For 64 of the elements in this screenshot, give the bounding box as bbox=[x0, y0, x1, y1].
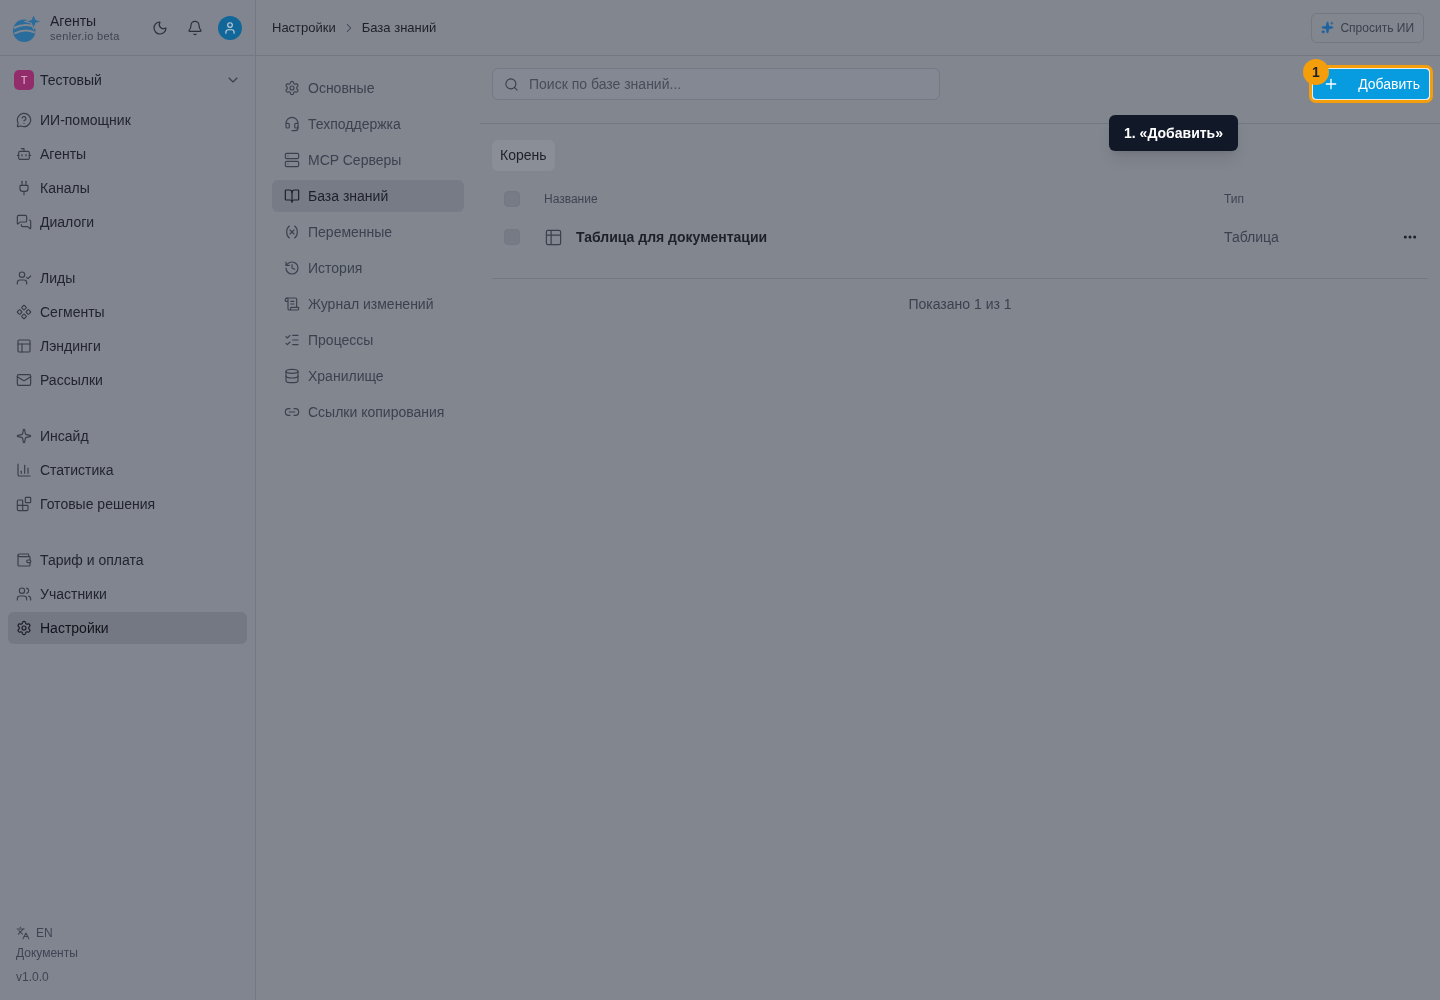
history-icon bbox=[284, 260, 300, 276]
table-cell-text: Таблица для документации bbox=[576, 227, 768, 247]
breadcrumb-link[interactable]: Настройки bbox=[272, 17, 336, 38]
workspace-name: Тестовый bbox=[40, 70, 102, 90]
diamonds-icon bbox=[16, 304, 32, 320]
robot-icon bbox=[16, 146, 32, 162]
step-badge: 1 bbox=[1303, 59, 1329, 85]
column-header: Тип bbox=[1224, 191, 1245, 208]
user-icon bbox=[223, 20, 237, 35]
version-label: v1.0.0 bbox=[16, 969, 49, 986]
help-bubble-icon bbox=[16, 112, 32, 128]
logo-icon bbox=[12, 12, 42, 43]
translate-icon bbox=[16, 926, 30, 940]
plug-icon bbox=[16, 180, 32, 196]
tour-tooltip: 1. «Добавить» bbox=[1109, 115, 1238, 151]
language-button[interactable]: EN bbox=[16, 923, 53, 943]
blocks-icon bbox=[16, 496, 32, 512]
workspace-avatar: Т bbox=[14, 70, 34, 90]
sparkles-icon bbox=[1321, 21, 1335, 34]
settings-icon bbox=[284, 80, 300, 96]
app-subtitle: senler.io beta bbox=[50, 30, 120, 42]
settings-nav-item[interactable]: Ссылки копирования bbox=[272, 396, 464, 428]
folder-chip[interactable]: Корень bbox=[492, 140, 555, 171]
chat-bubbles-icon bbox=[16, 214, 32, 230]
settings-nav-item[interactable]: Техподдержка bbox=[272, 108, 464, 140]
settings-nav-item[interactable]: База знаний bbox=[272, 180, 464, 212]
app-title: Агенты bbox=[50, 13, 98, 28]
settings-nav-item[interactable]: MCP Серверы bbox=[272, 144, 464, 176]
layout-icon bbox=[16, 338, 32, 354]
users-icon bbox=[16, 586, 32, 602]
settings-nav-item[interactable]: Журнал изменений bbox=[272, 288, 464, 320]
bar-chart-icon bbox=[16, 462, 32, 478]
ask-ai-button[interactable]: Спросить ИИ bbox=[1311, 12, 1424, 43]
docs-link[interactable]: Документы bbox=[16, 943, 78, 963]
sidebar-item[interactable]: Настройки bbox=[8, 612, 247, 644]
settings-nav-item[interactable]: Хранилище bbox=[272, 360, 464, 392]
settings-nav-item[interactable]: Процессы bbox=[272, 324, 464, 356]
server-icon bbox=[284, 152, 300, 168]
bell-icon bbox=[187, 19, 203, 36]
profile-button[interactable] bbox=[218, 15, 242, 40]
table-cell-text: Таблица bbox=[1224, 227, 1280, 247]
book-icon bbox=[284, 188, 300, 204]
column-header: Название bbox=[544, 191, 599, 208]
user-check-icon bbox=[16, 270, 32, 286]
scroll-icon bbox=[284, 296, 300, 312]
wallet-icon bbox=[16, 552, 32, 568]
variable-icon bbox=[284, 224, 300, 240]
checklist-icon bbox=[284, 332, 300, 348]
search-field[interactable]: Поиск по базе знаний... bbox=[492, 68, 940, 100]
settings-nav-item[interactable]: История bbox=[272, 252, 464, 284]
pagination-summary: Показано 1 из 1 bbox=[908, 295, 1012, 314]
sparkle-icon bbox=[16, 428, 32, 444]
database-icon bbox=[284, 368, 300, 384]
search-icon bbox=[504, 76, 519, 92]
settings-icon bbox=[16, 620, 32, 636]
plus-icon bbox=[1323, 76, 1339, 92]
moon-icon bbox=[152, 19, 168, 36]
workspace-switcher[interactable]: Т Тестовый bbox=[8, 64, 247, 96]
table-icon bbox=[544, 227, 563, 247]
settings-nav-item[interactable]: Основные bbox=[272, 72, 464, 104]
breadcrumb-current: База знаний bbox=[361, 18, 437, 37]
mail-icon bbox=[16, 372, 32, 388]
settings-nav-item[interactable]: Переменные bbox=[272, 216, 464, 248]
headset-icon bbox=[284, 116, 300, 132]
